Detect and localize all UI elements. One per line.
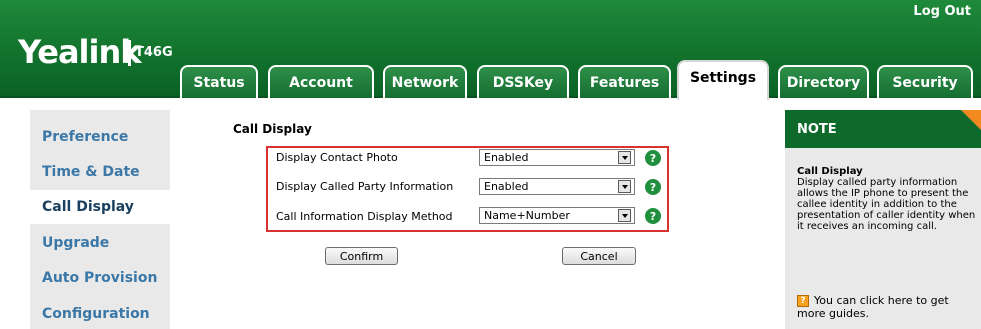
tab-security[interactable]: Security — [877, 65, 973, 98]
help-icon[interactable]: ? — [645, 150, 661, 166]
tab-features[interactable]: Features — [578, 65, 671, 98]
model-label: T46G — [135, 45, 173, 60]
sidebar-item-call-display[interactable]: Call Display — [30, 190, 170, 224]
display-called-party-label: Display Called Party Information — [276, 180, 454, 193]
tab-status[interactable]: Status — [180, 65, 258, 98]
sidebar-item-upgrade[interactable]: Upgrade — [30, 226, 170, 260]
note-corner-decoration — [961, 110, 981, 130]
chevron-down-icon — [618, 209, 631, 222]
call-info-display-method-label: Call Information Display Method — [276, 210, 453, 223]
section-title: Call Display — [233, 122, 312, 136]
display-contact-photo-select[interactable]: Enabled — [479, 149, 635, 166]
guide-link-text[interactable]: You can click here to get more guides. — [797, 294, 977, 320]
tab-directory[interactable]: Directory — [778, 65, 869, 98]
chevron-down-icon — [618, 180, 631, 193]
display-called-party-select[interactable]: Enabled — [479, 178, 635, 195]
tab-account[interactable]: Account — [268, 65, 374, 98]
call-info-display-method-value: Name+Number — [484, 209, 570, 222]
note-title: Call Display — [797, 166, 863, 177]
logout-link[interactable]: Log Out — [913, 4, 971, 19]
tab-network[interactable]: Network — [383, 65, 467, 98]
display-called-party-value: Enabled — [484, 180, 529, 193]
call-info-display-method-select[interactable]: Name+Number — [479, 207, 635, 224]
help-icon[interactable]: ? — [645, 208, 661, 224]
sidebar-item-auto-provision[interactable]: Auto Provision — [30, 261, 170, 295]
confirm-button[interactable]: Confirm — [325, 247, 398, 265]
note-heading: NOTE — [797, 122, 837, 137]
logo-separator — [128, 40, 131, 66]
sidebar-item-time-date[interactable]: Time & Date — [30, 155, 170, 189]
note-header: NOTE — [785, 110, 981, 148]
yealink-logo: Yealink — [18, 33, 142, 71]
display-contact-photo-label: Display Contact Photo — [276, 151, 398, 164]
chevron-down-icon — [618, 151, 631, 164]
help-icon[interactable]: ? — [645, 179, 661, 195]
sidebar-item-configuration[interactable]: Configuration — [30, 297, 170, 329]
sidebar-item-preference[interactable]: Preference — [30, 120, 170, 154]
guide-icon[interactable]: ? — [797, 295, 809, 307]
tab-settings[interactable]: Settings — [677, 60, 769, 100]
display-contact-photo-value: Enabled — [484, 151, 529, 164]
cancel-button[interactable]: Cancel — [562, 247, 636, 265]
tab-dsskey[interactable]: DSSKey — [477, 65, 569, 98]
note-body-text: Display called party information allows … — [797, 177, 976, 232]
